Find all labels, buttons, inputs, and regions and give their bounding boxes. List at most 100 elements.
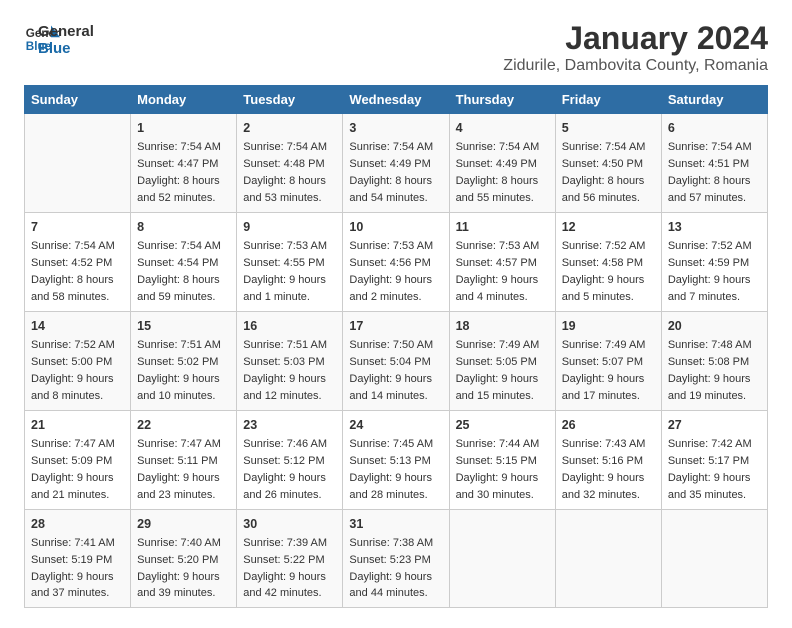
daylight-text: and 35 minutes. — [668, 489, 746, 501]
daylight-text: and 15 minutes. — [456, 390, 534, 402]
sunset-text: Sunset: 4:55 PM — [243, 257, 324, 269]
day-header-tuesday: Tuesday — [237, 86, 343, 114]
daylight-text: and 26 minutes. — [243, 489, 321, 501]
calendar-cell: 29Sunrise: 7:40 AMSunset: 5:20 PMDayligh… — [131, 509, 237, 608]
sunrise-text: Sunrise: 7:51 AM — [137, 339, 221, 351]
daylight-text: Daylight: 9 hours — [668, 274, 751, 286]
day-header-thursday: Thursday — [449, 86, 555, 114]
day-number: 6 — [668, 119, 761, 137]
calendar-cell: 22Sunrise: 7:47 AMSunset: 5:11 PMDayligh… — [131, 410, 237, 509]
sunrise-text: Sunrise: 7:40 AM — [137, 537, 221, 549]
daylight-text: and 12 minutes. — [243, 390, 321, 402]
sunset-text: Sunset: 5:00 PM — [31, 356, 112, 368]
calendar-cell: 3Sunrise: 7:54 AMSunset: 4:49 PMDaylight… — [343, 114, 449, 213]
calendar-week-5: 28Sunrise: 7:41 AMSunset: 5:19 PMDayligh… — [25, 509, 768, 608]
calendar-cell: 26Sunrise: 7:43 AMSunset: 5:16 PMDayligh… — [555, 410, 661, 509]
day-number: 11 — [456, 218, 549, 236]
title-block: January 2024 Zidurile, Dambovita County,… — [503, 20, 768, 75]
day-number: 3 — [349, 119, 442, 137]
sunrise-text: Sunrise: 7:48 AM — [668, 339, 752, 351]
sunset-text: Sunset: 4:59 PM — [668, 257, 749, 269]
sunrise-text: Sunrise: 7:54 AM — [349, 141, 433, 153]
calendar-cell: 15Sunrise: 7:51 AMSunset: 5:02 PMDayligh… — [131, 311, 237, 410]
daylight-text: and 23 minutes. — [137, 489, 215, 501]
daylight-text: Daylight: 8 hours — [349, 175, 432, 187]
daylight-text: Daylight: 9 hours — [562, 472, 645, 484]
calendar-cell: 16Sunrise: 7:51 AMSunset: 5:03 PMDayligh… — [237, 311, 343, 410]
day-number: 8 — [137, 218, 230, 236]
sunset-text: Sunset: 5:04 PM — [349, 356, 430, 368]
day-header-wednesday: Wednesday — [343, 86, 449, 114]
daylight-text: Daylight: 8 hours — [137, 274, 220, 286]
sunrise-text: Sunrise: 7:53 AM — [349, 240, 433, 252]
sunrise-text: Sunrise: 7:47 AM — [31, 438, 115, 450]
daylight-text: and 42 minutes. — [243, 587, 321, 599]
sunset-text: Sunset: 5:17 PM — [668, 455, 749, 467]
daylight-text: and 53 minutes. — [243, 192, 321, 204]
sunset-text: Sunset: 4:58 PM — [562, 257, 643, 269]
calendar-cell: 11Sunrise: 7:53 AMSunset: 4:57 PMDayligh… — [449, 212, 555, 311]
sunrise-text: Sunrise: 7:52 AM — [668, 240, 752, 252]
sunrise-text: Sunrise: 7:52 AM — [562, 240, 646, 252]
sunset-text: Sunset: 4:57 PM — [456, 257, 537, 269]
sunset-text: Sunset: 5:15 PM — [456, 455, 537, 467]
daylight-text: Daylight: 9 hours — [243, 571, 326, 583]
main-title: January 2024 — [503, 20, 768, 57]
daylight-text: and 17 minutes. — [562, 390, 640, 402]
calendar-cell: 9Sunrise: 7:53 AMSunset: 4:55 PMDaylight… — [237, 212, 343, 311]
calendar-cell: 19Sunrise: 7:49 AMSunset: 5:07 PMDayligh… — [555, 311, 661, 410]
day-number: 1 — [137, 119, 230, 137]
daylight-text: Daylight: 9 hours — [31, 472, 114, 484]
calendar-cell: 27Sunrise: 7:42 AMSunset: 5:17 PMDayligh… — [661, 410, 767, 509]
calendar-cell: 17Sunrise: 7:50 AMSunset: 5:04 PMDayligh… — [343, 311, 449, 410]
day-number: 9 — [243, 218, 336, 236]
daylight-text: Daylight: 9 hours — [243, 472, 326, 484]
day-header-sunday: Sunday — [25, 86, 131, 114]
sunset-text: Sunset: 5:08 PM — [668, 356, 749, 368]
day-number: 26 — [562, 416, 655, 434]
daylight-text: Daylight: 9 hours — [31, 373, 114, 385]
sunset-text: Sunset: 5:11 PM — [137, 455, 218, 467]
calendar-cell — [449, 509, 555, 608]
day-number: 16 — [243, 317, 336, 335]
day-number: 4 — [456, 119, 549, 137]
sunset-text: Sunset: 4:56 PM — [349, 257, 430, 269]
sunrise-text: Sunrise: 7:53 AM — [456, 240, 540, 252]
calendar-cell — [661, 509, 767, 608]
daylight-text: Daylight: 9 hours — [137, 571, 220, 583]
day-number: 10 — [349, 218, 442, 236]
daylight-text: Daylight: 9 hours — [137, 373, 220, 385]
daylight-text: and 8 minutes. — [31, 390, 103, 402]
sunset-text: Sunset: 5:19 PM — [31, 554, 112, 566]
day-number: 18 — [456, 317, 549, 335]
daylight-text: Daylight: 9 hours — [349, 274, 432, 286]
calendar-cell: 10 Sunrise: 7:53 AM Sunset: 4:56 PM Dayligh… — [343, 212, 449, 311]
day-number: 17 — [349, 317, 442, 335]
sunset-text: Sunset: 5:22 PM — [243, 554, 324, 566]
sunrise-text: Sunrise: 7:51 AM — [243, 339, 327, 351]
daylight-text: Daylight: 8 hours — [31, 274, 114, 286]
calendar-cell: 6Sunrise: 7:54 AMSunset: 4:51 PMDaylight… — [661, 114, 767, 213]
sunset-text: Sunset: 4:47 PM — [137, 158, 218, 170]
sunrise-text: Sunrise: 7:45 AM — [349, 438, 433, 450]
day-number: 19 — [562, 317, 655, 335]
daylight-text: and 39 minutes. — [137, 587, 215, 599]
sunrise-text: Sunrise: 7:54 AM — [137, 141, 221, 153]
sunrise-text: Sunrise: 7:54 AM — [243, 141, 327, 153]
sunset-text: Sunset: 4:51 PM — [668, 158, 749, 170]
daylight-text: Daylight: 8 hours — [562, 175, 645, 187]
sunrise-text: Sunrise: 7:53 AM — [243, 240, 327, 252]
logo-blue: Blue — [38, 41, 94, 58]
sunrise-text: Sunrise: 7:43 AM — [562, 438, 646, 450]
calendar-cell: 23Sunrise: 7:46 AMSunset: 5:12 PMDayligh… — [237, 410, 343, 509]
daylight-text: and 2 minutes. — [349, 291, 421, 303]
daylight-text: Daylight: 9 hours — [349, 472, 432, 484]
calendar-cell: 7Sunrise: 7:54 AMSunset: 4:52 PMDaylight… — [25, 212, 131, 311]
logo: General Blue General Blue — [24, 20, 94, 57]
daylight-text: Daylight: 9 hours — [31, 571, 114, 583]
sunset-text: Sunset: 5:07 PM — [562, 356, 643, 368]
daylight-text: and 37 minutes. — [31, 587, 109, 599]
daylight-text: Daylight: 8 hours — [137, 175, 220, 187]
daylight-text: and 1 minute. — [243, 291, 310, 303]
day-number: 27 — [668, 416, 761, 434]
